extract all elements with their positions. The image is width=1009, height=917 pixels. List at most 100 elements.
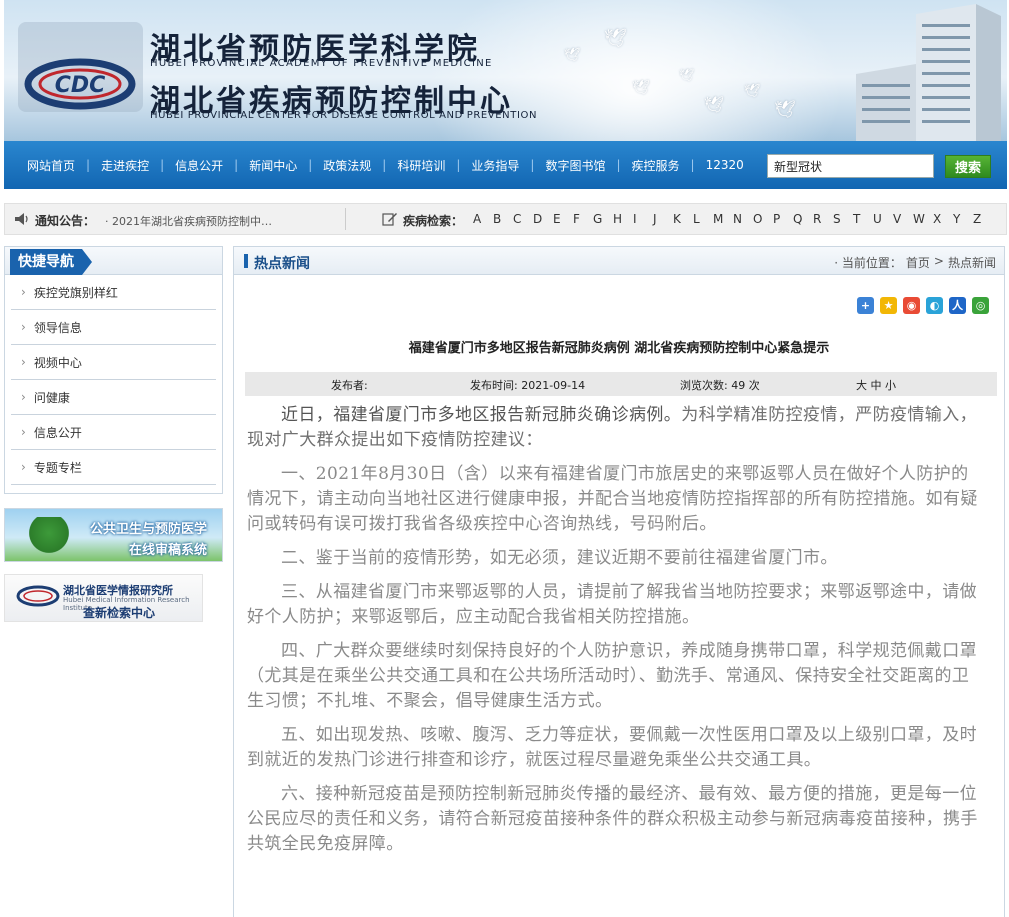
disease-letter-link[interactable]: V	[893, 212, 913, 226]
nav-item[interactable]: 数字图书馆 |	[534, 157, 620, 174]
share-plus-icon[interactable]: +	[857, 297, 874, 314]
share-renren-icon[interactable]: 人	[949, 297, 966, 314]
disease-letter-link[interactable]: H	[613, 212, 633, 226]
quick-nav-panel: 快捷导航 › 疾控党旗别样红 › 领导信息 › 视频中心 › 问健康 › 信息公开 › 专题专栏	[4, 246, 223, 494]
dove-icon: 🕊	[774, 100, 796, 120]
nav-item[interactable]: 疾控服务 |	[621, 157, 695, 174]
review-banner-line2: 在线审稿系统	[129, 543, 208, 558]
nav-link[interactable]: 12320	[695, 158, 755, 172]
main-header: 热点新闻 · 当前位置： 首页 > 热点新闻	[234, 247, 1004, 275]
disease-letter-link[interactable]: E	[553, 212, 573, 226]
nav-item[interactable]: 网站首页 |	[16, 157, 90, 174]
article-paragraph: 六、接种新冠疫苗是预防控制新冠肺炎传播的最经济、最有效、最方便的措施，更是每一位…	[247, 784, 978, 854]
disease-letter-link[interactable]: J	[653, 212, 673, 226]
disease-letter-link[interactable]: K	[673, 212, 693, 226]
search-button[interactable]: 搜索	[945, 155, 991, 178]
breadcrumb-home[interactable]: 首页	[906, 254, 930, 271]
nav-list: 网站首页 | 走进疾控 | 信息公开 | 新闻中心 | 政策法规 | 科研培训 | 业务指导 | 数字图书馆…	[16, 141, 755, 189]
nav-link[interactable]: 数字图书馆	[534, 157, 616, 174]
main-content: 热点新闻 · 当前位置： 首页 > 热点新闻 + ★ ◉ ◐ 人 ◎ 福建省厦门…	[233, 246, 1005, 917]
review-system-banner[interactable]: 公共卫生与预防医学 在线审稿系统	[4, 508, 223, 562]
disease-letter-link[interactable]: W	[913, 212, 933, 226]
disease-letter-link[interactable]: C	[513, 212, 533, 226]
notice-label: 通知公告：	[35, 214, 96, 228]
quick-nav-title: 快捷导航	[10, 249, 92, 275]
meta-publisher: 发布者:	[331, 379, 368, 392]
breadcrumb-current[interactable]: 热点新闻	[948, 254, 996, 271]
nav-item[interactable]: 信息公开 |	[164, 157, 238, 174]
font-size-switch[interactable]: 大 中 小	[856, 377, 896, 393]
nav-link[interactable]: 业务指导	[460, 157, 530, 174]
quick-nav-item[interactable]: › 领导信息	[11, 310, 216, 345]
cdc-small-logo-icon	[16, 585, 60, 607]
disease-letter-link[interactable]: A	[473, 212, 493, 226]
disease-letter-link[interactable]: N	[733, 212, 753, 226]
nav-item[interactable]: 走进疾控 |	[90, 157, 164, 174]
disease-letter-link[interactable]: S	[833, 212, 853, 226]
share-tencent-icon[interactable]: ◐	[926, 297, 943, 314]
disease-letter-link[interactable]: Y	[953, 212, 973, 226]
quick-nav-item[interactable]: › 疾控党旗别样红	[11, 275, 216, 310]
title-accent-bar	[244, 254, 248, 268]
disease-letter-link[interactable]: G	[593, 212, 613, 226]
nav-link[interactable]: 走进疾控	[90, 157, 160, 174]
quick-nav-item[interactable]: › 视频中心	[11, 345, 216, 380]
notice-link[interactable]: · 2021年湖北省疾病预防控制中…	[105, 213, 295, 229]
disease-search-label: 疾病检索：	[403, 214, 464, 228]
chevron-right-icon: ›	[21, 460, 26, 474]
disease-letter-link[interactable]: Q	[793, 212, 813, 226]
article-paragraph: 二、鉴于当前的疫情形势，如无必须，建议近期不要前往福建省厦门市。	[281, 548, 838, 568]
disease-letter-link[interactable]: R	[813, 212, 833, 226]
nav-item[interactable]: 新闻中心 |	[238, 157, 312, 174]
logo-text: CDC	[55, 73, 106, 98]
article-body: 近日，福建省厦门市多地区报告新冠肺炎确诊病例。为科学精准防控疫情，严防疫情输入，…	[247, 403, 982, 866]
nav-link[interactable]: 科研培训	[386, 157, 456, 174]
article-lead: 近日，福建省厦门市多地区报告新冠肺炎确诊病例。为科学精准防控疫情，严防疫情输入，…	[247, 403, 982, 453]
chevron-right-icon: ›	[21, 355, 26, 369]
share-weibo-icon[interactable]: ◉	[903, 297, 920, 314]
search-center-title: 查新检索中心	[83, 606, 156, 620]
quick-nav-label: 领导信息	[33, 320, 82, 335]
article-paragraph: 三、从福建省厦门市来鄂返鄂的人员，请提前了解我省当地防控要求；来鄂返鄂途中，请做…	[247, 582, 977, 627]
breadcrumb-separator: >	[933, 254, 944, 268]
cdc-logo-icon[interactable]: CDC	[22, 50, 140, 114]
disease-letter-link[interactable]: M	[713, 212, 733, 226]
quick-nav-item[interactable]: › 信息公开	[11, 415, 216, 450]
quick-nav-item[interactable]: › 专题专栏	[11, 450, 216, 485]
nav-item[interactable]: 12320	[695, 158, 755, 172]
nav-link[interactable]: 信息公开	[164, 157, 234, 174]
meta-publish-time: 发布时间: 2021-09-14	[470, 379, 586, 392]
nav-link[interactable]: 网站首页	[16, 157, 86, 174]
disease-letter-index: ABCDEFGHIJKLMNOPQRSTUVWXYZ	[473, 212, 993, 226]
disease-letter-link[interactable]: F	[573, 212, 593, 226]
disease-letter-link[interactable]: L	[693, 212, 713, 226]
disease-letter-link[interactable]: U	[873, 212, 893, 226]
notice-divider	[345, 208, 346, 230]
nav-link[interactable]: 疾控服务	[621, 157, 691, 174]
disease-letter-link[interactable]: I	[633, 212, 653, 226]
search-center-banner[interactable]: 湖北省医学情报研究所 Hubei Medical Information Res…	[4, 574, 203, 622]
breadcrumb: · 当前位置： 首页 > 热点新闻	[834, 254, 996, 271]
disease-letter-link[interactable]: B	[493, 212, 513, 226]
share-qzone-icon[interactable]: ★	[880, 297, 897, 314]
nav-item[interactable]: 业务指导 |	[460, 157, 534, 174]
disease-letter-link[interactable]: O	[753, 212, 773, 226]
notice-bar: 通知公告： · 2021年湖北省疾病预防控制中… 疾病检索： ABCDEFGHI…	[4, 203, 1007, 235]
disease-letter-link[interactable]: D	[533, 212, 553, 226]
quick-nav-item[interactable]: › 问健康	[11, 380, 216, 415]
nav-item[interactable]: 政策法规 |	[312, 157, 386, 174]
nav-link[interactable]: 新闻中心	[238, 157, 308, 174]
disease-letter-link[interactable]: Z	[973, 212, 993, 226]
quick-nav-list: › 疾控党旗别样红 › 领导信息 › 视频中心 › 问健康 › 信息公开 › 专题专栏	[5, 275, 222, 485]
chevron-right-icon: ›	[21, 390, 26, 404]
disease-letter-link[interactable]: T	[853, 212, 873, 226]
dove-icon: 🕊	[564, 48, 581, 63]
search-input[interactable]	[767, 154, 934, 178]
share-wechat-icon[interactable]: ◎	[972, 297, 989, 314]
disease-letter-link[interactable]: P	[773, 212, 793, 226]
nav-link[interactable]: 政策法规	[312, 157, 382, 174]
nav-item[interactable]: 科研培训 |	[386, 157, 460, 174]
quick-nav-label: 视频中心	[33, 355, 82, 370]
share-bar: + ★ ◉ ◐ 人 ◎	[857, 297, 989, 314]
disease-letter-link[interactable]: X	[933, 212, 953, 226]
